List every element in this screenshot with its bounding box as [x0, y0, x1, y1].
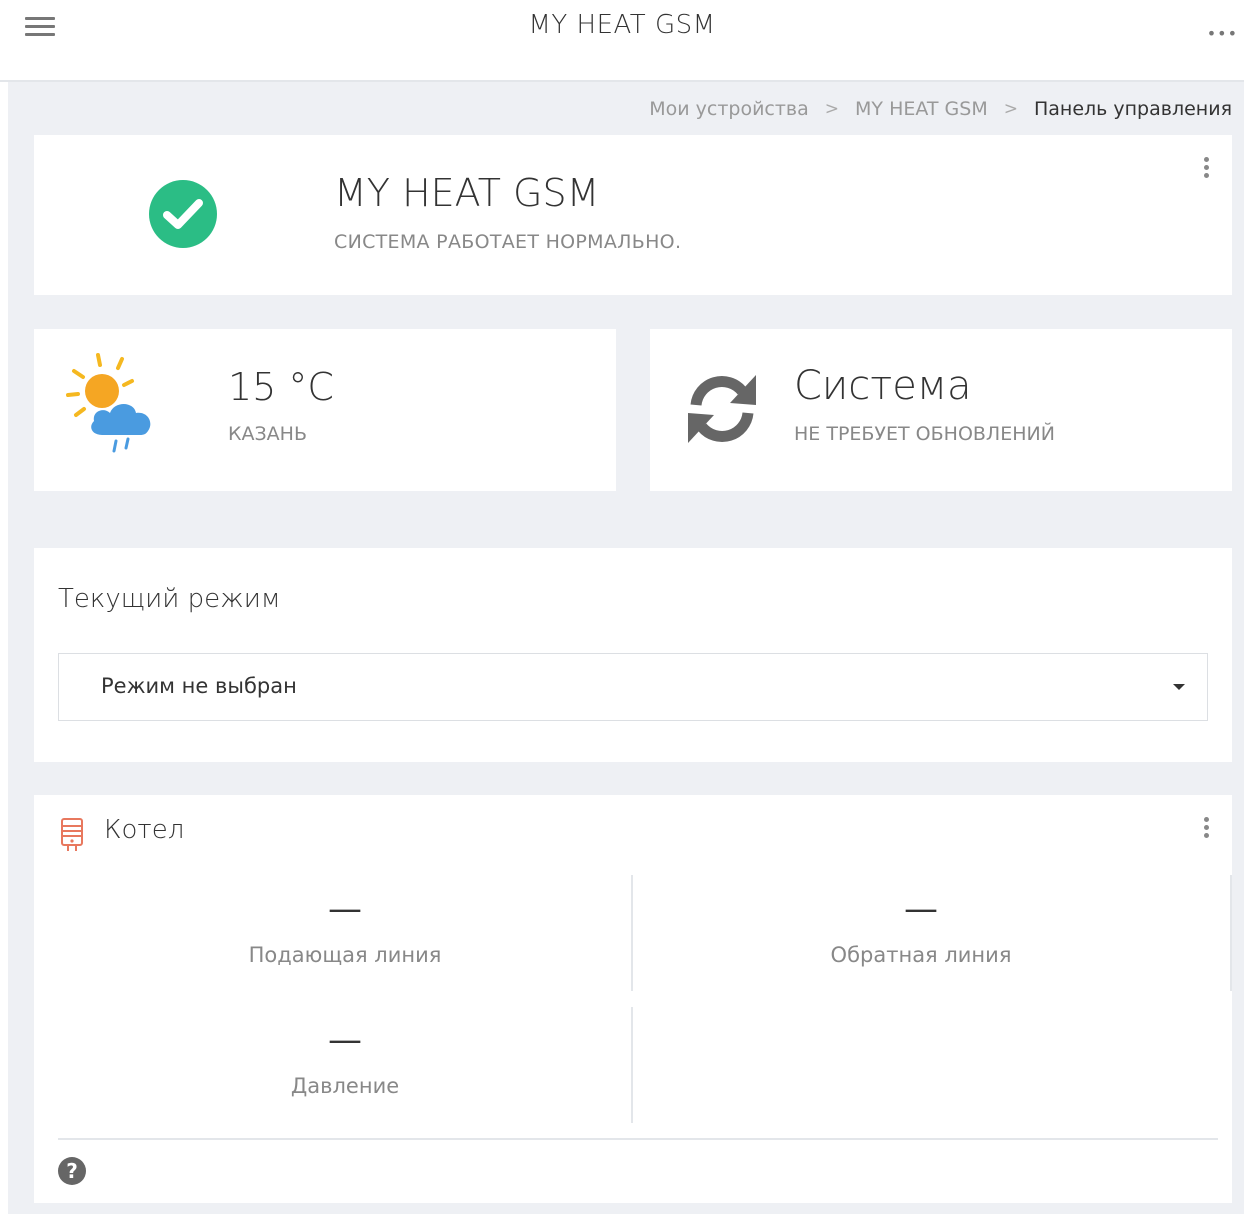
status-card: MY HEAT GSM СИСТЕМА РАБОТАЕТ НОРМАЛЬНО.	[34, 135, 1232, 295]
weather-card: 15 °C КАЗАНЬ	[34, 329, 616, 491]
breadcrumb-separator: >	[1003, 99, 1018, 119]
current-mode-label: Текущий режим	[58, 584, 281, 614]
system-title: Система	[794, 363, 972, 409]
sun-cloud-rain-icon	[64, 351, 168, 463]
supply-line-label: Подающая линия	[248, 943, 442, 967]
boiler-menu-icon[interactable]	[1204, 817, 1210, 841]
app-title: MY HEAT GSM	[528, 10, 716, 40]
device-title: MY HEAT GSM	[334, 171, 600, 215]
pressure-metric: — Давление	[58, 1020, 632, 1098]
metric-divider	[631, 875, 633, 991]
metric-divider	[1230, 875, 1232, 991]
return-line-value: —	[904, 889, 938, 929]
mode-card: Текущий режим Режим не выбран	[34, 548, 1232, 762]
breadcrumb-device[interactable]: MY HEAT GSM	[855, 98, 988, 120]
status-text: СИСТЕМА РАБОТАЕТ НОРМАЛЬНО.	[334, 231, 682, 253]
breadcrumb-separator: >	[824, 99, 840, 119]
pressure-label: Давление	[290, 1074, 400, 1098]
system-status-text: НЕ ТРЕБУЕТ ОБНОВЛЕНИЙ	[794, 423, 1055, 445]
caret-down-icon	[1173, 684, 1185, 690]
breadcrumb-current: Панель управления	[1033, 98, 1232, 120]
help-circle-icon[interactable]: ?	[58, 1157, 86, 1185]
supply-line-metric: — Подающая линия	[58, 889, 632, 967]
metric-divider	[631, 1007, 633, 1123]
top-bar: MY HEAT GSM •••	[0, 0, 1244, 82]
supply-line-value: —	[328, 889, 362, 929]
temperature-value: 15 °C	[228, 365, 334, 409]
status-menu-icon[interactable]	[1204, 157, 1210, 181]
breadcrumb-my-devices[interactable]: Мои устройства	[649, 98, 809, 120]
breadcrumb: Мои устройства > MY HEAT GSM > Панель уп…	[649, 98, 1232, 120]
return-line-metric: — Обратная линия	[634, 889, 1208, 967]
boiler-title: Котел	[104, 815, 185, 845]
boiler-icon	[60, 817, 84, 857]
mode-select-value: Режим не выбран	[101, 674, 297, 698]
check-circle-icon	[149, 180, 217, 248]
boiler-card: Котел — Подающая линия — Обратная линия …	[34, 795, 1232, 1203]
system-update-card: Система НЕ ТРЕБУЕТ ОБНОВЛЕНИЙ	[650, 329, 1232, 491]
boiler-footer-divider	[58, 1138, 1218, 1140]
return-line-label: Обратная линия	[830, 943, 1012, 967]
pressure-value: —	[328, 1020, 362, 1060]
main-content: Мои устройства > MY HEAT GSM > Панель уп…	[8, 82, 1244, 1214]
more-horizontal-icon[interactable]: •••	[1207, 24, 1238, 43]
mode-select[interactable]: Режим не выбран	[58, 653, 1208, 721]
city-name: КАЗАНЬ	[228, 423, 307, 445]
sync-icon	[686, 373, 758, 449]
